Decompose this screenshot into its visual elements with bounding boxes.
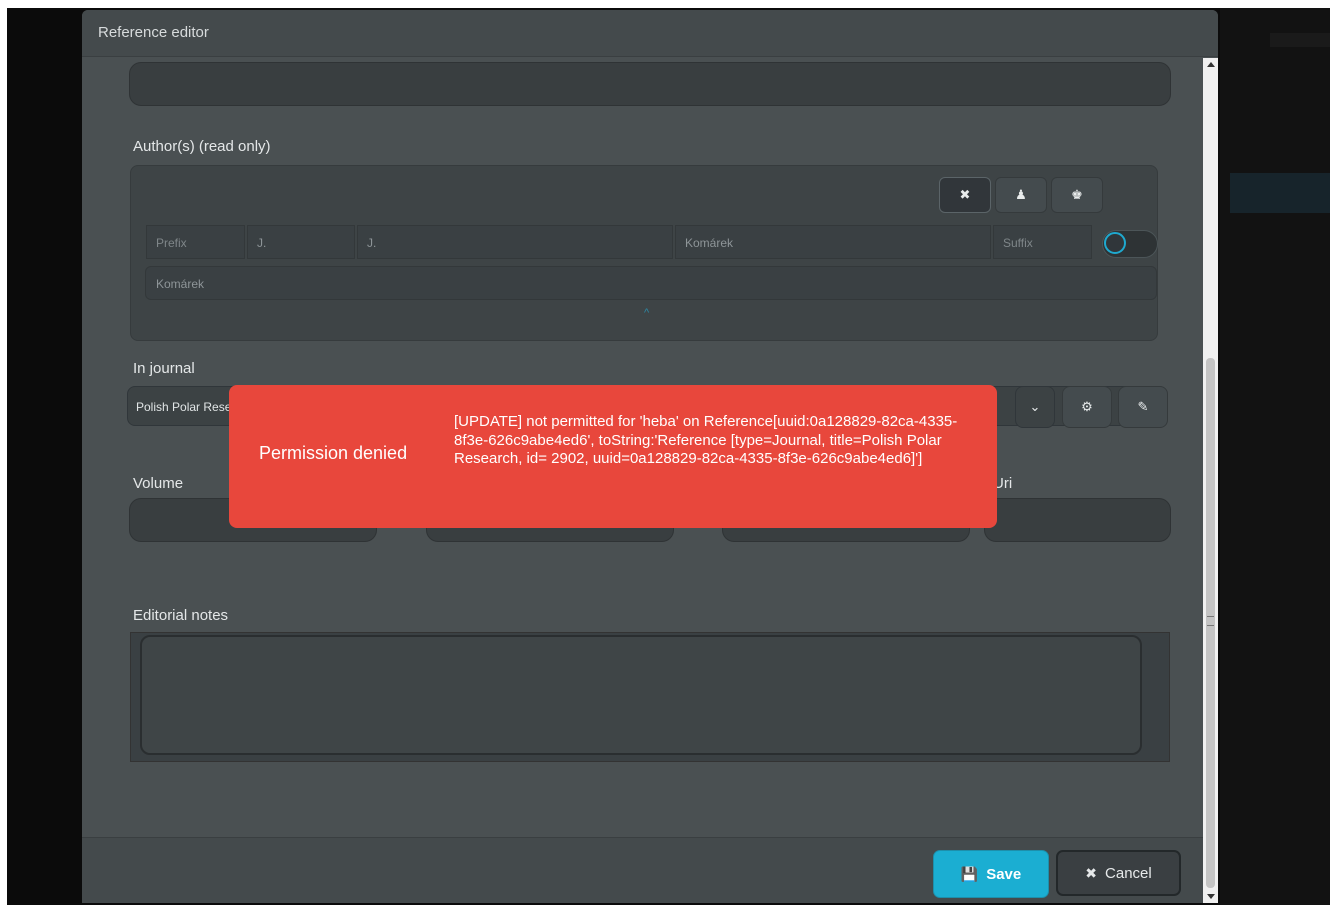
author-full-name-field[interactable]: Komárek	[145, 266, 1157, 300]
journal-label: In journal	[133, 360, 195, 377]
editorial-notes-textarea[interactable]	[140, 635, 1142, 755]
volume-label: Volume	[133, 475, 184, 492]
cancel-button-label: Cancel	[1105, 864, 1152, 882]
suffix-field[interactable]: Suffix	[993, 225, 1092, 259]
modal-scrollbar[interactable]	[1203, 58, 1218, 903]
journal-edit-button[interactable]: ✎	[1118, 386, 1168, 428]
remove-author-button[interactable]: ✖	[939, 177, 991, 213]
collapse-caret-icon[interactable]: ^	[644, 307, 649, 319]
title-input[interactable]	[129, 62, 1171, 106]
background-bar	[1230, 173, 1330, 213]
group-author-button[interactable]: ♚	[1051, 177, 1103, 213]
second-initial-field[interactable]: J.	[357, 225, 673, 259]
page-left-border	[0, 0, 7, 905]
author-action-buttons: ✖ ♟ ♚	[939, 177, 1107, 213]
uri-input[interactable]	[984, 498, 1171, 542]
toast-title: Permission denied	[259, 443, 408, 463]
author-name-row: Prefix J. J. Komárek Suffix	[146, 225, 1094, 261]
journal-dropdown-icon[interactable]: ⌄	[1015, 386, 1055, 428]
permission-denied-toast[interactable]: Permission denied [UPDATE] not permitted…	[229, 385, 997, 528]
save-button-label: Save	[986, 865, 1022, 883]
modal-header: Reference editor	[82, 10, 1218, 57]
toggle-knob	[1104, 232, 1126, 254]
background-header-item	[1270, 33, 1330, 47]
modal-footer: 💾 Save ✖ Cancel	[82, 837, 1203, 903]
scroll-grip-icon	[1207, 616, 1214, 626]
surname-field[interactable]: Komárek	[675, 225, 991, 259]
cancel-button[interactable]: ✖ Cancel	[1056, 850, 1181, 896]
scroll-up-arrow-icon[interactable]	[1207, 62, 1215, 67]
prefix-field[interactable]: Prefix	[146, 225, 245, 259]
person-author-button[interactable]: ♟	[995, 177, 1047, 213]
journal-settings-button[interactable]: ⚙	[1062, 386, 1112, 428]
editorial-notes-label: Editorial notes	[133, 607, 229, 624]
page-top-border	[0, 0, 1330, 8]
scroll-down-arrow-icon[interactable]	[1207, 894, 1215, 899]
author-toggle-switch[interactable]	[1102, 230, 1158, 258]
modal-title: Reference editor	[98, 24, 209, 41]
toast-message: [UPDATE] not permitted for 'heba' on Ref…	[454, 413, 958, 467]
floppy-disk-icon: 💾	[960, 865, 979, 882]
background-page	[1220, 8, 1330, 905]
authors-label: Author(s) (read only)	[133, 138, 271, 155]
first-initial-field[interactable]: J.	[247, 225, 355, 259]
save-button[interactable]: 💾 Save	[933, 850, 1049, 898]
close-icon: ✖	[1085, 864, 1098, 881]
